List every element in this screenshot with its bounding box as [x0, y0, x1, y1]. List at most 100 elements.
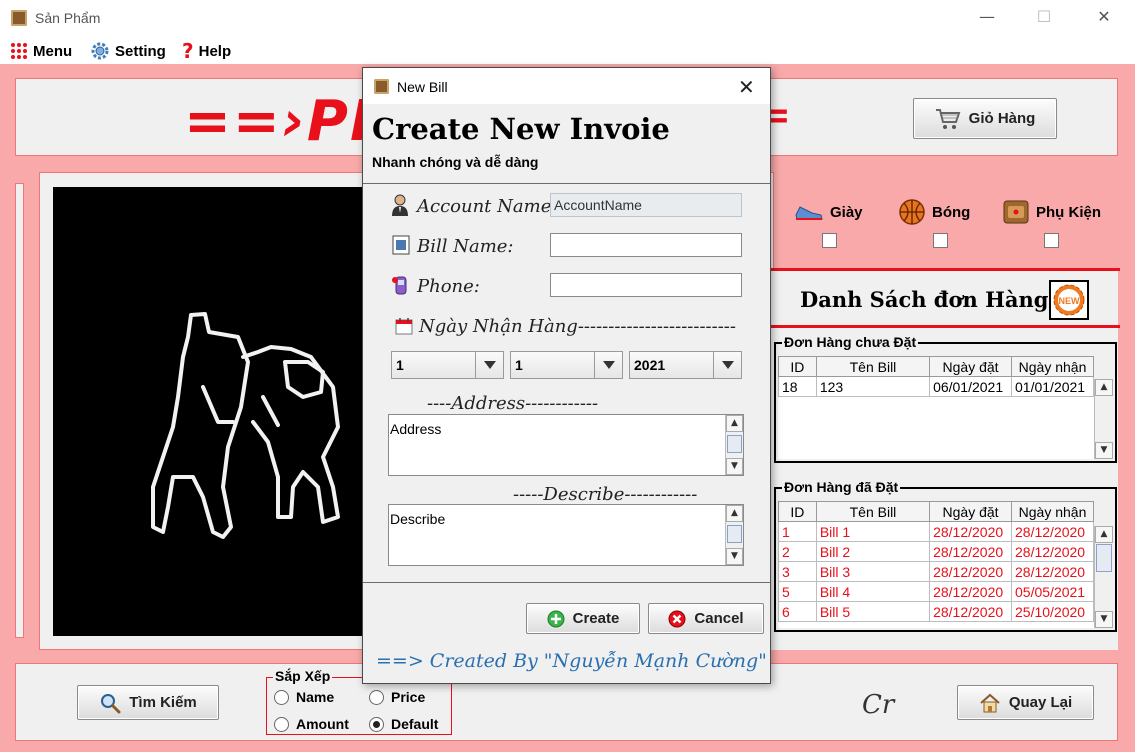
table-cell: 28/12/2020 [929, 601, 1013, 622]
column-header[interactable]: Tên Bill [815, 501, 931, 522]
radio-button[interactable] [369, 689, 384, 705]
category-giay-checkbox[interactable] [822, 233, 837, 248]
scroll-up-icon[interactable]: ▲ [1095, 526, 1113, 543]
pending-orders-table: ID Tên Bill Ngày đặt Ngày nhận 18 123 06… [778, 356, 1094, 397]
cart-button[interactable]: Giỏ Hàng [913, 98, 1057, 139]
radio-button[interactable] [274, 689, 289, 705]
table-row[interactable]: 5 Bill 4 28/12/2020 05/05/2021 [778, 581, 1094, 602]
table-cell: 06/01/2021 [929, 376, 1013, 397]
table-row[interactable]: 2 Bill 2 28/12/2020 28/12/2020 [778, 541, 1094, 562]
radio-label: Default [391, 716, 439, 732]
column-header[interactable]: ID [778, 356, 817, 377]
dialog-heading: Create New Invoie [372, 112, 670, 146]
sort-option-price[interactable]: Price [369, 689, 425, 705]
address-textarea[interactable]: Address ▲ ▼ [388, 414, 744, 476]
month-select[interactable]: 1 [510, 351, 623, 379]
dialog-subheading: Nhanh chóng và dễ dàng [372, 154, 539, 170]
accessory-bag-icon [1003, 200, 1029, 224]
user-icon [392, 194, 408, 216]
search-button[interactable]: Tìm Kiếm [77, 685, 219, 720]
phone-icon [392, 276, 407, 295]
credit-text: ==> Created By "Nguyễn Mạnh Cường" [376, 650, 767, 672]
scroll-up-icon[interactable]: ▲ [726, 505, 743, 522]
cancel-button[interactable]: Cancel [648, 603, 764, 634]
table-cell: 05/05/2021 [1011, 581, 1094, 602]
app-icon [11, 10, 27, 26]
describe-text: Describe [390, 511, 446, 527]
minimize-button[interactable]: — [976, 6, 998, 28]
placed-orders-table-area: ID Tên Bill Ngày đặt Ngày nhận 1 Bill 1 … [778, 501, 1094, 628]
scroll-thumb[interactable] [727, 435, 742, 453]
radio-label: Price [391, 689, 426, 705]
back-button-label: Quay Lại [1008, 694, 1073, 711]
table-row[interactable]: 18 123 06/01/2021 01/01/2021 [778, 376, 1094, 397]
scroll-up-icon[interactable]: ▲ [726, 415, 743, 432]
menu-item-setting[interactable]: Setting [90, 40, 166, 62]
column-header[interactable]: Ngày đặt [929, 501, 1013, 522]
table-row[interactable]: 3 Bill 3 28/12/2020 28/12/2020 [778, 561, 1094, 582]
year-select-value: 2021 [634, 357, 666, 373]
dialog-close-icon[interactable]: ✕ [738, 75, 755, 99]
category-bong-checkbox[interactable] [933, 233, 948, 248]
address-scrollbar[interactable]: ▲ ▼ [725, 415, 743, 475]
column-header[interactable]: Tên Bill [815, 356, 931, 377]
shopping-cart-icon [935, 108, 961, 129]
scroll-down-icon[interactable]: ▼ [1095, 442, 1113, 459]
create-button-label: Create [572, 610, 620, 627]
sort-option-amount[interactable]: Amount [274, 716, 349, 732]
bill-name-label: Bill Name: [417, 236, 514, 257]
category-phu-kien: Phụ Kiện [1002, 198, 1101, 226]
scroll-down-icon[interactable]: ▼ [726, 458, 743, 475]
table-cell: Bill 3 [815, 561, 931, 582]
phone-field[interactable] [550, 273, 742, 297]
chevron-down-icon[interactable] [713, 352, 741, 378]
describe-label: -----Describe------------ [513, 484, 698, 505]
search-button-label: Tìm Kiếm [129, 694, 197, 711]
table-cell: 2 [778, 541, 817, 562]
dialog-titlebar: New Bill ✕ [363, 68, 770, 104]
column-header[interactable]: Ngày đặt [929, 356, 1013, 377]
sort-option-name[interactable]: Name [274, 689, 334, 705]
table-row[interactable]: 1 Bill 1 28/12/2020 28/12/2020 [778, 521, 1094, 542]
category-phu-kien-checkbox[interactable] [1044, 233, 1059, 248]
table-cell: 6 [778, 601, 817, 622]
describe-textarea[interactable]: Describe ▲ ▼ [388, 504, 744, 566]
create-button[interactable]: Create [526, 603, 640, 634]
account-name-field[interactable]: AccountName [550, 193, 742, 217]
menu-item-menu[interactable]: Menu [10, 40, 72, 62]
column-header[interactable]: Ngày nhận [1011, 356, 1094, 377]
help-icon: ? [182, 39, 194, 63]
year-select[interactable]: 2021 [629, 351, 742, 379]
placed-orders-scrollbar[interactable]: ▲ ▼ [1094, 526, 1113, 628]
window-titlebar: Sản Phẩm — ☐ ✕ [0, 0, 1135, 36]
menu-item-help[interactable]: ? Help [182, 39, 231, 63]
day-select[interactable]: 1 [391, 351, 504, 379]
close-button[interactable]: ✕ [1093, 6, 1115, 28]
address-label: ----Address------------ [427, 393, 599, 414]
back-button[interactable]: Quay Lại [957, 685, 1094, 720]
column-header[interactable]: ID [778, 501, 817, 522]
radio-button[interactable] [369, 716, 384, 732]
scroll-thumb[interactable] [727, 525, 742, 543]
pending-orders-scrollbar[interactable]: ▲ ▼ [1094, 379, 1113, 459]
magnifier-icon [101, 693, 121, 713]
bill-name-field[interactable] [550, 233, 742, 257]
placed-orders-title: Đơn Hàng đã Đặt [782, 479, 901, 495]
table-row[interactable]: 6 Bill 5 28/12/2020 25/10/2020 [778, 601, 1094, 622]
table-cell: 28/12/2020 [1011, 541, 1094, 562]
describe-scrollbar[interactable]: ▲ ▼ [725, 505, 743, 565]
chevron-down-icon[interactable] [594, 352, 622, 378]
maximize-button[interactable]: ☐ [1033, 6, 1055, 28]
table-cell: Bill 5 [815, 601, 931, 622]
radio-button[interactable] [274, 716, 289, 732]
table-cell: Bill 4 [815, 581, 931, 602]
category-label: Giày [830, 203, 863, 221]
chevron-down-icon[interactable] [475, 352, 503, 378]
scroll-thumb[interactable] [1096, 544, 1112, 572]
sort-option-default[interactable]: Default [369, 716, 438, 732]
scroll-up-icon[interactable]: ▲ [1095, 379, 1113, 396]
scroll-down-icon[interactable]: ▼ [1095, 611, 1113, 628]
scroll-down-icon[interactable]: ▼ [726, 548, 743, 565]
column-header[interactable]: Ngày nhận [1011, 501, 1094, 522]
table-cell: 28/12/2020 [1011, 521, 1094, 542]
